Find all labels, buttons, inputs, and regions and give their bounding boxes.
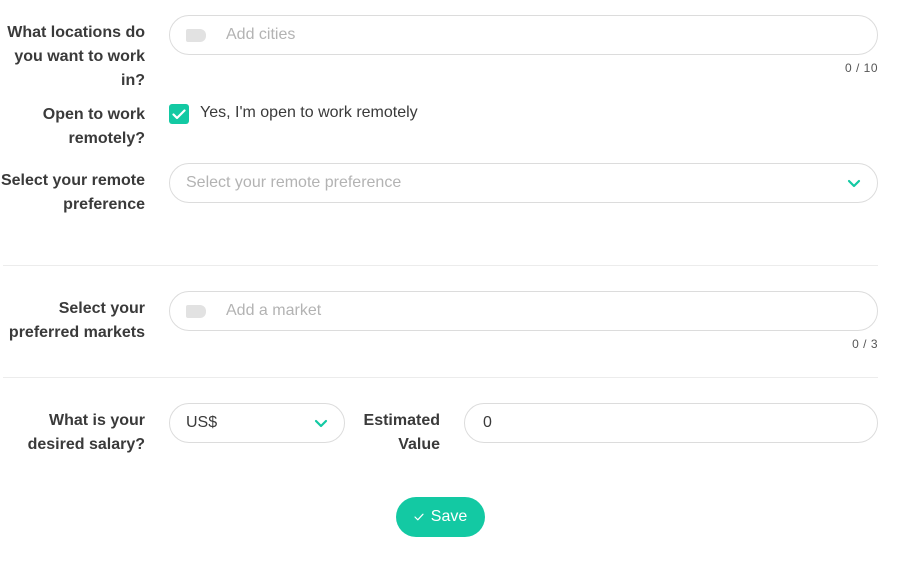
save-label: Save	[430, 508, 468, 525]
estimated-value: 0	[483, 414, 492, 431]
remote-preference-select[interactable]: Select your remote preference	[169, 163, 878, 203]
estimated-value-input[interactable]: 0	[464, 403, 878, 443]
remote-preference-label: Select your remote preference	[0, 172, 145, 213]
locations-label: What locations do you want to work in?	[7, 24, 145, 89]
section-divider	[3, 265, 878, 266]
chevron-down-icon	[847, 179, 861, 188]
markets-counter: 0 / 3	[852, 337, 878, 351]
chevron-down-icon	[314, 419, 328, 428]
remote-preference-placeholder: Select your remote preference	[186, 174, 402, 191]
locations-input[interactable]: Add cities	[169, 15, 878, 55]
tag-icon	[186, 28, 206, 42]
tag-icon	[186, 304, 206, 318]
markets-placeholder: Add a market	[226, 302, 322, 319]
remote-checkbox[interactable]	[169, 104, 189, 124]
markets-input[interactable]: Add a market	[169, 291, 878, 331]
check-icon	[172, 108, 186, 119]
markets-label: Select your preferred markets	[8, 300, 145, 341]
remote-label: Open to work remotely?	[42, 106, 145, 147]
locations-counter: 0 / 10	[844, 61, 878, 75]
currency-select[interactable]: US$	[169, 403, 345, 443]
locations-placeholder: Add cities	[226, 26, 296, 43]
estimated-value-label: Estimated Value	[363, 412, 440, 453]
save-button[interactable]: Save	[396, 497, 485, 537]
currency-value: US$	[186, 414, 218, 431]
remote-checkbox-label[interactable]: Yes, I'm open to work remotely	[200, 101, 418, 125]
salary-label: What is your desired salary?	[27, 412, 145, 453]
section-divider	[3, 377, 878, 378]
check-icon	[414, 513, 424, 521]
